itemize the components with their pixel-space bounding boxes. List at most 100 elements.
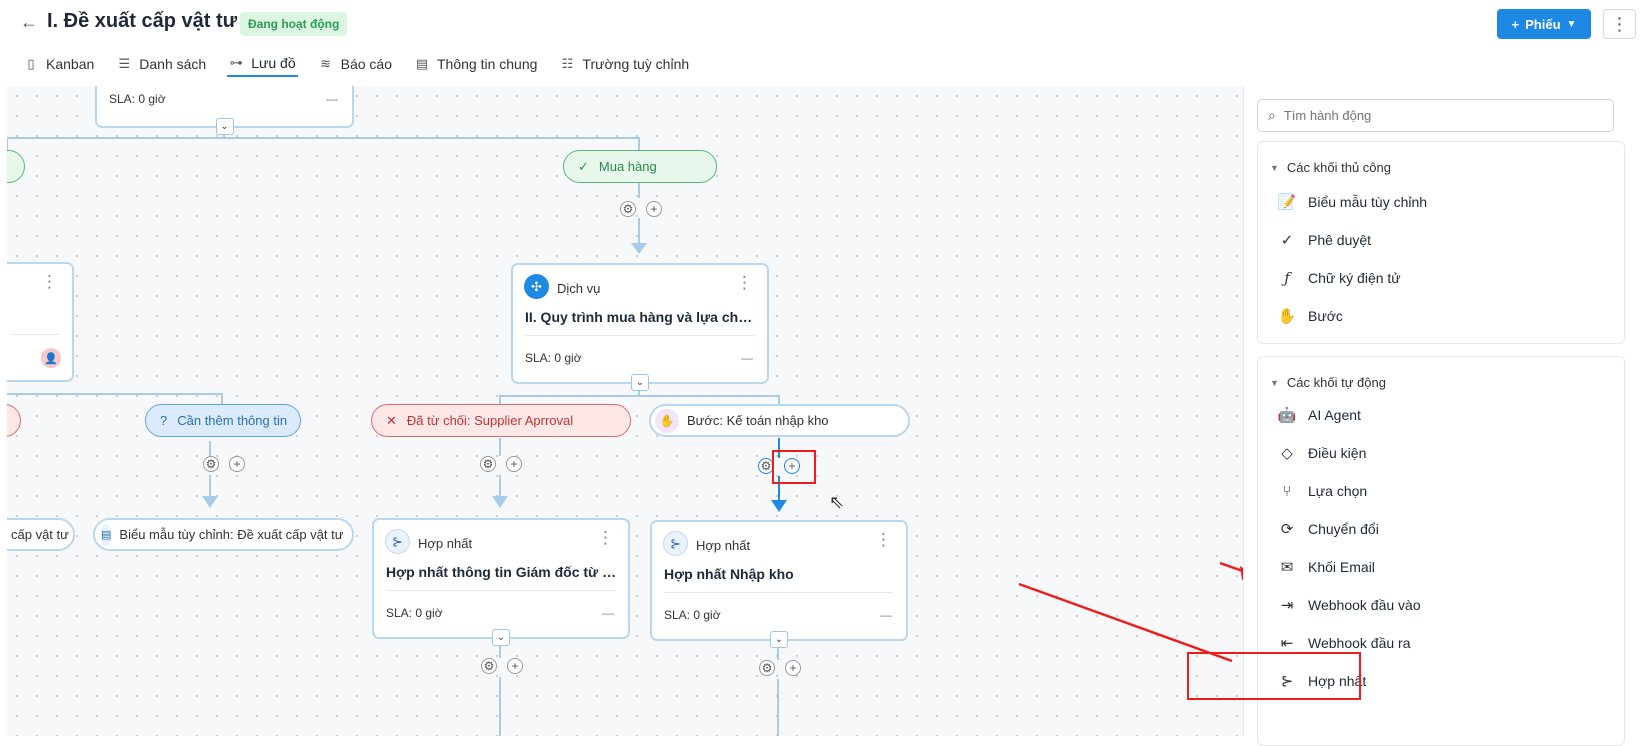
search-box[interactable]: ⌕	[1257, 99, 1614, 132]
kebab-vertical-icon[interactable]: ⋮	[736, 274, 753, 291]
node-controls: ⚙ +	[759, 660, 801, 676]
plus-icon: +	[1511, 16, 1520, 32]
manual-group-header[interactable]: ▼ Các khối thủ công	[1270, 160, 1391, 175]
search-input[interactable]	[1283, 108, 1584, 123]
pill-buoc-ke-toan[interactable]: ✋ Bước: Kế toán nhập kho	[649, 404, 910, 437]
chevron-down-icon[interactable]: ⌄	[631, 374, 649, 391]
form-icon: 📝	[1277, 194, 1297, 211]
hop-nhat-node-card-1[interactable]: ⊱ Hợp nhất ⋮ Hợp nhất thông tin Giám đốc…	[372, 518, 630, 646]
action-sidebar: ⌕ ▼ Các khối thủ công 📝Biểu mẫu tùy chỉn…	[1187, 86, 1645, 746]
sidebar-item-webhook-in[interactable]: ⇥ Webhook đầu vào	[1276, 593, 1421, 617]
add-circle-icon[interactable]: +	[506, 456, 522, 472]
search-icon: ⌕	[1268, 107, 1276, 123]
node-name: Hợp nhất thông tin Giám đốc từ ch...	[386, 564, 618, 580]
kebab-vertical-icon[interactable]: ⋮	[875, 531, 892, 548]
step-icon: ✋	[655, 408, 679, 433]
custom-fields-icon: ☷	[561, 56, 574, 71]
webhook-out-icon: ⇤	[1280, 635, 1294, 652]
sidebar-item-ai-agent[interactable]: 🤖 AI Agent	[1276, 403, 1361, 427]
chevron-down-icon[interactable]: ⌄	[215, 118, 234, 135]
gear-icon[interactable]: ⚙	[203, 456, 219, 472]
close-icon: ✕	[386, 412, 397, 428]
gear-icon[interactable]: ⚙	[480, 456, 496, 472]
sidebar-item-branch[interactable]: ⑂ Lựa chọn	[1276, 479, 1367, 503]
gear-icon[interactable]: ⚙	[481, 658, 497, 674]
add-circle-icon[interactable]: +	[785, 660, 801, 676]
page-title: I. Đề xuất cấp vật tư	[47, 10, 238, 32]
top-node-card[interactable]: SLA: 0 giờ — ⌄	[95, 86, 354, 135]
flowchart-icon: ⊶	[229, 55, 243, 70]
convert-icon: ⟳	[1280, 521, 1294, 538]
question-icon: ?	[160, 413, 168, 428]
sidebar-item-condition[interactable]: ◇ Điều kiện	[1276, 441, 1366, 465]
kanban-icon: ▯	[27, 56, 35, 71]
webhook-in-icon: ⇥	[1280, 597, 1294, 614]
sla-value: 0 giờ	[138, 92, 166, 106]
ticket-button-label: Phiếu	[1525, 16, 1561, 32]
pill-bieu-mau[interactable]: ▤ Biểu mẫu tùy chỉnh: Đề xuất cấp vật tư	[93, 518, 354, 551]
caret-down-icon: ▼	[1566, 18, 1577, 30]
check-icon: ✓	[578, 158, 589, 174]
node-controls: ⚙ +	[203, 456, 245, 472]
add-circle-icon[interactable]: +	[229, 456, 245, 472]
add-circle-icon[interactable]: +	[507, 658, 523, 674]
signature-icon: ƒ	[1284, 269, 1290, 287]
sidebar-item-convert[interactable]: ⟳ Chuyển đổi	[1276, 517, 1379, 541]
sla-dash: —	[741, 351, 753, 365]
gear-icon[interactable]: ⚙	[759, 660, 775, 676]
condition-icon: ◇	[1281, 445, 1293, 462]
status-badge: Đang hoạt động	[240, 12, 348, 36]
view-tabs: ▯ Kanban ☰ Danh sách ⊶ Lưu đồ ≋ Báo cáo ▤ Thô…	[22, 51, 691, 78]
add-circle-icon[interactable]: +	[646, 201, 662, 217]
gear-icon[interactable]: ⚙	[620, 201, 636, 217]
sidebar-item-form[interactable]: 📝 Biểu mẫu tùy chỉnh	[1276, 190, 1427, 214]
annotation-arrow	[1018, 582, 1233, 663]
caret-down-icon: ▼	[1270, 377, 1279, 388]
kebab-vertical-icon[interactable]: ⋮	[1603, 9, 1636, 39]
auto-group-header[interactable]: ▼ Các khối tự động	[1270, 375, 1386, 390]
chevron-down-icon[interactable]: ⌄	[770, 631, 788, 648]
list-icon: ☰	[118, 56, 131, 71]
hop-nhat-node-card-2[interactable]: ⊱ Hợp nhất ⋮ Hợp nhất Nhập kho SLA: 0 gi…	[650, 520, 908, 648]
left-partial-pill-form[interactable]: cấp vật tư	[7, 518, 75, 551]
tab-custom-fields[interactable]: ☷ Trường tuỳ chỉnh	[558, 51, 691, 77]
caret-down-icon: ▼	[1270, 162, 1279, 173]
tab-info[interactable]: ▤ Thông tin chung	[413, 51, 539, 77]
kebab-vertical-icon[interactable]: ⋮	[597, 529, 614, 546]
node-controls: ⚙ +	[480, 456, 522, 472]
pill-can-them-thong-tin[interactable]: ? Cần thêm thông tin	[145, 404, 301, 437]
sidebar-item-email[interactable]: ✉ Khối Email	[1276, 555, 1375, 579]
merge-icon: ⊱	[385, 529, 410, 554]
robot-icon: 🤖	[1277, 407, 1297, 424]
kebab-vertical-icon[interactable]: ⋮	[41, 273, 58, 290]
tab-list[interactable]: ☰ Danh sách	[115, 51, 208, 77]
merge-icon: ⊱	[663, 531, 688, 556]
dich-vu-node-card[interactable]: ✣ Dịch vụ ⋮ II. Quy trình mua hàng và lự…	[511, 263, 769, 391]
arrow-left-icon[interactable]: ←	[20, 12, 38, 33]
pill-da-tu-choi[interactable]: ✕ Đã từ chối: Supplier Aprroval	[371, 404, 631, 437]
tab-flowchart[interactable]: ⊶ Lưu đồ	[227, 51, 298, 77]
sla-value: 0 giờ	[415, 606, 443, 620]
sla-dash: —	[880, 608, 892, 622]
info-icon: ▤	[415, 56, 429, 71]
chevron-down-icon[interactable]: ⌄	[492, 629, 510, 646]
node-name: II. Quy trình mua hàng và lựa chọn ...	[525, 309, 757, 325]
service-icon: ✣	[524, 274, 549, 299]
mouse-cursor-icon: ⇖	[829, 492, 845, 512]
form-icon: ▤	[101, 523, 112, 546]
email-icon: ✉	[1280, 559, 1294, 576]
sidebar-item-signature[interactable]: ƒ Chữ ký điện tử	[1276, 266, 1400, 290]
sidebar-item-step[interactable]: ✋ Bước	[1276, 304, 1343, 328]
ticket-button[interactable]: + Phiếu ▼	[1497, 9, 1591, 39]
highlight-box-add	[772, 450, 816, 484]
tab-kanban[interactable]: ▯ Kanban	[22, 51, 96, 77]
sla-dash: —	[326, 92, 338, 106]
tab-report[interactable]: ≋ Báo cáo	[317, 51, 394, 77]
sidebar-item-approve[interactable]: ✓ Phê duyệt	[1276, 228, 1371, 252]
pill-mua-hang[interactable]: ✓ Mua hàng	[563, 150, 717, 183]
flow-canvas[interactable]: SLA: 0 giờ — ⌄ ✓ Mua hàng ⚙ + ⋮ 👤 ✣ Dịch…	[7, 86, 1243, 736]
report-icon: ≋	[320, 56, 332, 71]
node-type: Hợp nhất	[418, 536, 473, 551]
left-partial-node-card[interactable]: ⋮ 👤	[7, 262, 74, 382]
header: ← I. Đề xuất cấp vật tư Đang hoạt động +…	[0, 0, 1645, 84]
